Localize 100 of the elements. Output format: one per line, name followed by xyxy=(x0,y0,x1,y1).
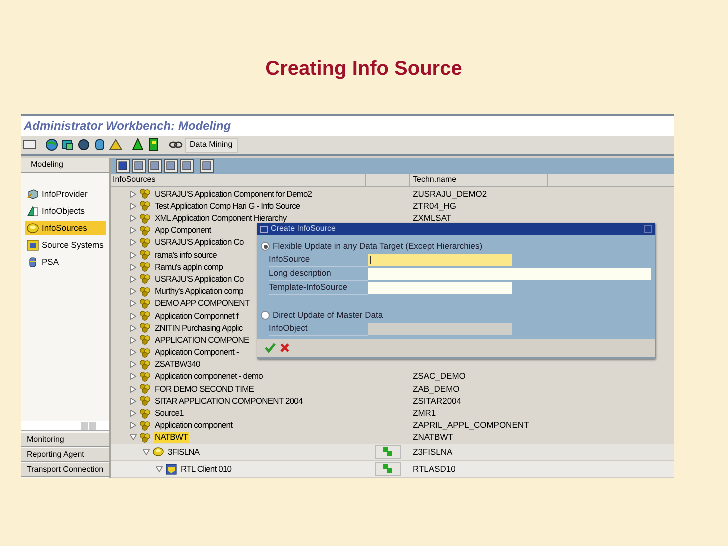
tree-node-label[interactable]: Source1 xyxy=(154,408,185,420)
sidebar-item[interactable]: InfoSources xyxy=(25,221,106,235)
tree-node-label[interactable]: USRAJU'S Application Component for Demo2 xyxy=(154,188,314,200)
expand-arrow-icon[interactable] xyxy=(130,349,137,356)
data-mining-button[interactable]: Data Mining xyxy=(185,138,238,152)
component-icon xyxy=(140,384,151,394)
tree-node-label[interactable]: Test Application Comp Hari G - Info Source xyxy=(154,200,302,212)
sidebar-item[interactable]: PSA xyxy=(25,255,106,269)
source-system-icon xyxy=(166,464,177,474)
tree-node-label[interactable]: XML Application Component Hierarchy xyxy=(154,213,288,224)
column-header[interactable]: Techn.name xyxy=(410,174,548,186)
cube-icon[interactable] xyxy=(61,138,75,152)
expand-arrow-icon[interactable] xyxy=(130,190,137,198)
component-icon xyxy=(140,214,151,224)
component-icon xyxy=(140,226,151,236)
component-icon xyxy=(140,408,151,419)
sidebar-item[interactable]: InfoObjects xyxy=(25,204,106,218)
expand-arrow-icon[interactable] xyxy=(130,252,137,259)
tree-node-label[interactable]: USRAJU'S Application Co xyxy=(154,237,245,248)
expand-arrow-icon[interactable] xyxy=(130,276,137,283)
sidebar-nav-button[interactable]: Reporting Agent xyxy=(21,448,109,462)
tree-node-label[interactable]: USRAJU'S Application Co xyxy=(154,274,245,285)
column-header[interactable]: InfoSources xyxy=(111,174,366,186)
radio-button[interactable] xyxy=(261,311,270,320)
tree-node-label[interactable]: 3FISLNA xyxy=(167,446,201,458)
expand-arrow-icon[interactable] xyxy=(130,202,137,210)
expand-arrow-icon[interactable] xyxy=(130,336,137,344)
tree-node-label[interactable]: ZNITIN Purchasing Applic xyxy=(154,322,244,334)
sidebar-header[interactable]: Modeling xyxy=(21,158,109,173)
checkmark-icon[interactable] xyxy=(265,343,276,353)
tree-node-label[interactable]: Application Component - xyxy=(154,347,240,358)
sphere-icon[interactable] xyxy=(77,138,91,152)
collapse-arrow-icon[interactable] xyxy=(143,448,150,456)
component-icon xyxy=(140,420,151,431)
expand-arrow-icon[interactable] xyxy=(130,288,137,296)
expand-arrow-icon[interactable] xyxy=(130,264,137,271)
mapping-button[interactable] xyxy=(375,462,401,476)
expand-arrow-icon[interactable] xyxy=(130,239,137,246)
component-icon xyxy=(140,311,151,322)
expand-arrow-icon[interactable] xyxy=(130,215,137,222)
technical-name: ZMR1 xyxy=(412,408,436,420)
sidebar-nav-button[interactable]: Transport Connection xyxy=(21,463,109,477)
cylinder-icon[interactable] xyxy=(93,138,107,152)
tree-node-label[interactable]: SITAR APPLICATION COMPONENT 2004 xyxy=(154,396,304,407)
tree-node-label[interactable]: App Component xyxy=(154,225,212,236)
radio-label: Flexible Update in any Data Target (Except Hierarchies) xyxy=(273,240,483,253)
expand-arrow-icon[interactable] xyxy=(130,422,137,430)
infosource-icon xyxy=(27,222,39,234)
tree-node-label[interactable]: RTL Client 010 xyxy=(180,464,233,474)
expand-arrow-icon[interactable] xyxy=(130,373,137,380)
expand-arrow-icon[interactable] xyxy=(130,227,137,234)
expand-arrow-icon[interactable] xyxy=(130,324,137,332)
tree-node-label[interactable]: FOR DEMO SECOND TIME xyxy=(154,384,256,395)
sidebar-item[interactable]: InfoProvider xyxy=(25,187,106,201)
tree-node-label[interactable]: Murthy's Application comp xyxy=(154,286,244,298)
component-icon xyxy=(140,274,151,284)
collapse-arrow-icon[interactable] xyxy=(156,466,163,472)
input-field[interactable] xyxy=(368,268,651,280)
input-field[interactable] xyxy=(368,282,512,294)
cancel-icon[interactable] xyxy=(280,343,290,353)
component-icon xyxy=(140,335,151,346)
technical-name: RTLASD10 xyxy=(412,464,456,474)
globe-icon[interactable] xyxy=(45,138,59,152)
close-icon[interactable] xyxy=(644,225,652,233)
component-icon xyxy=(140,189,151,200)
technical-name: ZUSRAJU_DEMO2 xyxy=(412,188,488,200)
tree-node-label[interactable]: ZSATBW340 xyxy=(154,359,202,370)
tree-node-label[interactable]: Ramu's appln comp xyxy=(154,262,224,273)
radio-button[interactable] xyxy=(261,242,270,251)
technical-name: Z3FISLNA xyxy=(412,446,453,458)
tree-node-label[interactable]: Application componenet - demo xyxy=(154,371,264,382)
component-icon xyxy=(140,360,151,370)
component-icon xyxy=(140,432,151,443)
slide-title: Creating Info Source xyxy=(266,57,462,81)
expand-arrow-icon[interactable] xyxy=(130,398,137,405)
tree-node-label[interactable]: APPLICATION COMPONE xyxy=(154,334,250,346)
tree-node-label[interactable]: DEMO APP COMPONENT xyxy=(154,298,251,310)
component-icon xyxy=(140,250,151,260)
technical-name: ZAPRIL_APPL_COMPONENT xyxy=(412,420,530,432)
field-label: Long description xyxy=(269,267,368,281)
collapse-arrow-icon[interactable] xyxy=(130,434,137,442)
mapping-button[interactable] xyxy=(375,445,401,459)
window-title: Administrator Workbench: Modeling xyxy=(24,118,232,135)
expand-arrow-icon[interactable] xyxy=(130,410,137,418)
warning-icon[interactable] xyxy=(109,138,123,152)
tree-node-label[interactable]: NATBWT xyxy=(154,432,189,444)
sidebar-nav-button[interactable]: Monitoring xyxy=(21,433,109,447)
tree-node-label[interactable]: rama's info source xyxy=(154,250,218,261)
expand-arrow-icon[interactable] xyxy=(130,386,137,393)
tree-node-label[interactable]: Application Componnet f xyxy=(154,310,240,322)
expand-arrow-icon[interactable] xyxy=(130,361,137,368)
source-system-icon xyxy=(27,240,39,250)
expand-arrow-icon[interactable] xyxy=(130,312,137,320)
sidebar-item[interactable]: Source Systems xyxy=(25,238,106,252)
expand-arrow-icon[interactable] xyxy=(130,300,137,308)
input-field[interactable] xyxy=(368,254,512,266)
technical-name: ZSITAR2004 xyxy=(412,396,462,407)
component-icon xyxy=(140,396,151,406)
tree-node-label[interactable]: Application component xyxy=(154,420,234,432)
sidebar-scrollbar[interactable] xyxy=(21,421,109,431)
